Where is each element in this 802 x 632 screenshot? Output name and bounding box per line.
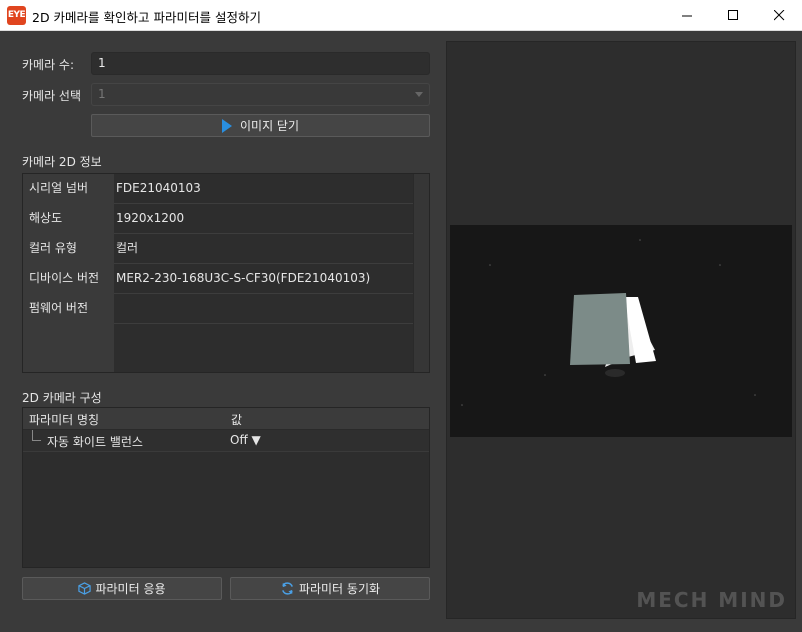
header-parameter-name: 파라미터 명칭 [29,413,100,427]
window-title: 2D 카메라를 확인하고 파라미터를 설정하기 [32,10,261,25]
camera-count-field[interactable]: 1 [91,52,430,75]
minimize-button[interactable] [664,0,710,31]
info-scrollbar[interactable] [413,174,429,372]
parameter-name: 자동 화이트 밸런스 [47,435,143,449]
camera-snapshot-image [450,225,792,437]
info-value: FDE21040103 [116,181,201,195]
cube-icon [78,582,92,595]
close-icon [773,10,784,21]
parameter-table-header: 파라미터 명칭 값 [23,408,429,430]
play-icon [221,118,232,133]
table-row[interactable]: 자동 화이트 밸런스 Off ▼ [23,430,429,452]
refresh-icon [282,582,293,595]
info-key: 디바이스 버전 [23,264,114,294]
close-image-label: 이미지 닫기 [239,119,299,133]
sync-parameters-button[interactable]: 파라미터 동기화 [230,577,430,600]
camera-select-dropdown[interactable]: 1 [91,83,430,106]
maximize-button[interactable] [710,0,756,31]
table-row: 펌웨어 버전 [23,294,413,324]
camera-select-label: 카메라 선택 [22,89,82,103]
table-row: 컬러 유형 컬러 [23,234,413,264]
info-key: 시리얼 넘버 [23,174,114,204]
apply-parameters-label: 파라미터 응용 [95,582,166,596]
maximize-icon [727,10,738,20]
camera-info-table: 시리얼 넘버 FDE21040103 해상도 1920x1200 컬러 유형 컬… [22,173,430,373]
mech-mind-watermark: MECH MIND [636,588,787,612]
white-balance-dropdown[interactable]: Off ▼ [230,433,261,447]
info-value: 컬러 [116,241,139,255]
info-key: 컬러 유형 [23,234,114,264]
minimize-icon [681,15,692,17]
table-row: 시리얼 넘버 FDE21040103 [23,174,413,204]
camera-image [450,225,792,437]
image-viewer: MECH MIND [446,41,796,619]
info-value: 1920x1200 [116,211,185,225]
sync-parameters-label: 파라미터 동기화 [298,582,381,596]
info-key: 해상도 [23,204,114,234]
camera-select-value: 1 [98,87,106,101]
apply-parameters-button[interactable]: 파라미터 응용 [22,577,222,600]
settings-panel: 카메라 수: 1 카메라 선택 1 이미지 닫기 카메라 2D 정보 시리얼 넘… [14,40,434,620]
tree-branch-icon [32,430,41,441]
info-key: 펌웨어 버전 [23,294,114,324]
chevron-down-icon [415,92,423,97]
info-value: MER2-230-168U3C-S-CF30(FDE21040103) [116,271,371,285]
camera-config-title: 2D 카메라 구성 [22,391,102,405]
camera-info-title: 카메라 2D 정보 [22,155,102,169]
table-row: 해상도 1920x1200 [23,204,413,234]
close-button[interactable] [756,0,802,31]
parameter-table: 파라미터 명칭 값 자동 화이트 밸런스 Off ▼ [22,407,430,568]
header-value: 값 [231,413,243,427]
title-bar: EYE 2D 카메라를 확인하고 파라미터를 설정하기 [0,0,802,31]
camera-count-label: 카메라 수: [22,58,75,72]
close-image-button[interactable]: 이미지 닫기 [91,114,430,137]
app-logo-icon: EYE [7,6,26,25]
table-row: 디바이스 버전 MER2-230-168U3C-S-CF30(FDE210401… [23,264,413,294]
